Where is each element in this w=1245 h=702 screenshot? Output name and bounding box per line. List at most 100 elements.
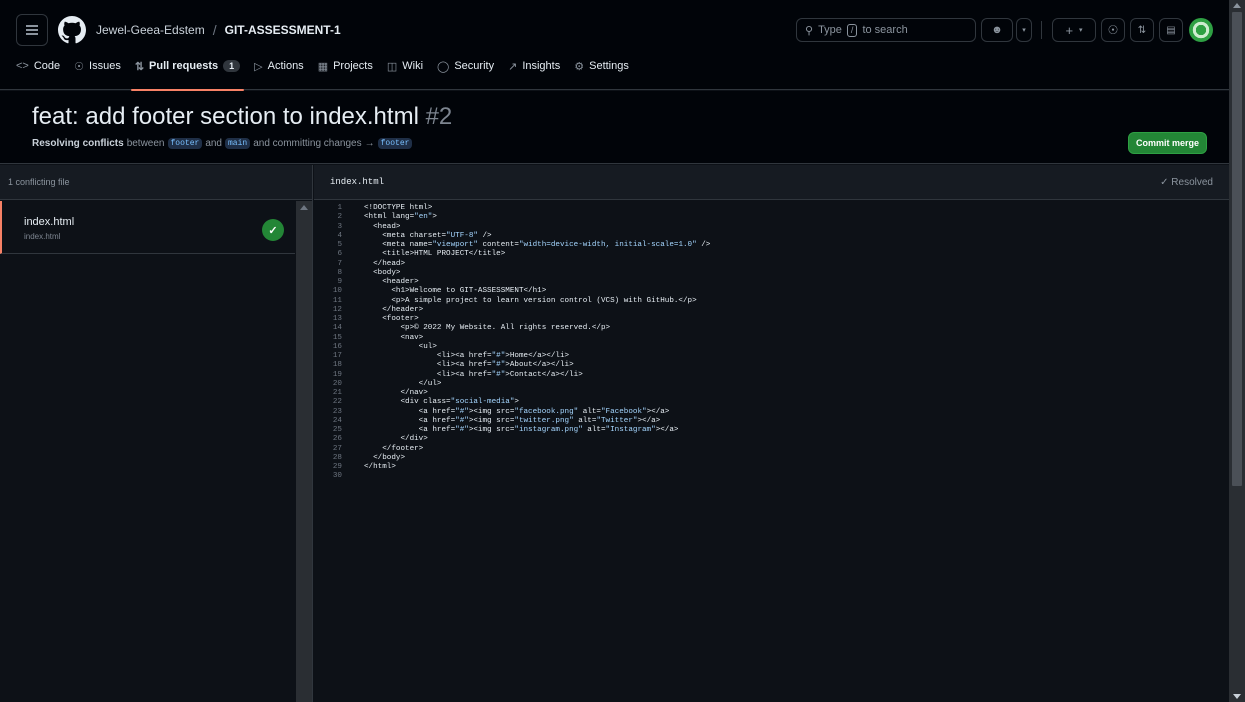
repo-owner-link[interactable]: Jewel-Geea-Edstem bbox=[96, 23, 205, 37]
pull-requests-button[interactable]: ⇅ bbox=[1130, 18, 1154, 42]
line-content: <html lang="en"> bbox=[364, 213, 437, 222]
code-line[interactable]: 18 <li><a href="#">About</a></li> bbox=[314, 361, 1229, 370]
tab-wiki[interactable]: ◫ Wiki bbox=[387, 54, 423, 78]
code-line[interactable]: 1 <!DOCTYPE html> bbox=[314, 204, 1229, 213]
line-number: 12 bbox=[332, 305, 342, 314]
code-line[interactable]: 4 <meta charset="UTF-8" /> bbox=[314, 232, 1229, 241]
code-line[interactable]: 17 <li><a href="#">Home</a></li> bbox=[314, 352, 1229, 361]
scroll-up-icon[interactable] bbox=[1233, 3, 1241, 8]
code-line[interactable]: 19 <li><a href="#">Contact</a></li> bbox=[314, 371, 1229, 380]
code-icon: <> bbox=[16, 60, 29, 72]
line-content: <footer> bbox=[364, 315, 419, 323]
line-content: <!DOCTYPE html> bbox=[364, 204, 433, 212]
scroll-thumb[interactable] bbox=[1232, 12, 1242, 486]
line-number: 22 bbox=[332, 398, 342, 407]
base-branch-badge[interactable]: footer bbox=[167, 138, 203, 149]
avatar[interactable] bbox=[1189, 18, 1213, 42]
code-line[interactable]: 8 <body> bbox=[314, 269, 1229, 278]
global-header: Jewel-Geea-Edstem / GIT-ASSESSMENT-1 ⚲ T… bbox=[0, 0, 1229, 91]
code-line[interactable]: 13 <footer> bbox=[314, 315, 1229, 324]
code-line[interactable]: 5 <meta name="viewport" content="width=d… bbox=[314, 241, 1229, 250]
code-line[interactable]: 9 <header> bbox=[314, 278, 1229, 287]
issue-icon: ☉ bbox=[74, 60, 85, 73]
line-content: <div class="social-media"> bbox=[364, 398, 519, 407]
code-line[interactable]: 29 </html> bbox=[314, 463, 1229, 472]
copilot-dropdown-button[interactable]: ▾ bbox=[1016, 18, 1032, 42]
tab-projects[interactable]: ▦ Projects bbox=[318, 54, 373, 78]
line-number: 24 bbox=[332, 416, 342, 425]
code-line[interactable]: 6 <title>HTML PROJECT</title> bbox=[314, 250, 1229, 259]
and-text: and bbox=[205, 138, 222, 149]
code-line[interactable]: 24 <a href="#"><img src="twitter.png" al… bbox=[314, 417, 1229, 426]
line-content: <title>HTML PROJECT</title> bbox=[364, 250, 506, 259]
search-input[interactable]: ⚲ Type / to search bbox=[796, 18, 976, 42]
line-number: 27 bbox=[332, 444, 342, 453]
menu-icon[interactable] bbox=[16, 14, 48, 46]
code-line[interactable]: 20 </ul> bbox=[314, 380, 1229, 389]
line-content: <a href="#"><img src="instagram.png" alt… bbox=[364, 426, 679, 434]
repo-nav-tabs: <> Code ☉ Issues ⇅ Pull requests 1 ▷ Act… bbox=[16, 54, 629, 91]
page-title: feat: add footer section to index.html #… bbox=[32, 103, 452, 131]
line-number: 15 bbox=[332, 333, 342, 342]
header-row: Jewel-Geea-Edstem / GIT-ASSESSMENT-1 ⚲ T… bbox=[16, 14, 1213, 46]
code-line[interactable]: 15 <nav> bbox=[314, 334, 1229, 343]
issues-button[interactable]: ☉ bbox=[1101, 18, 1125, 42]
conflict-file-item[interactable]: index.html index.html ✓ bbox=[0, 201, 295, 254]
line-number: 11 bbox=[332, 296, 342, 305]
scroll-down-icon[interactable] bbox=[1233, 694, 1241, 699]
repo-name-link[interactable]: GIT-ASSESSMENT-1 bbox=[225, 23, 341, 37]
tab-label: Code bbox=[33, 60, 61, 72]
tab-label: Projects bbox=[333, 60, 373, 72]
create-new-button[interactable]: + ▾ bbox=[1052, 18, 1096, 42]
file-list-scrollbar[interactable] bbox=[296, 201, 312, 702]
line-content: <nav> bbox=[364, 333, 424, 342]
code-line[interactable]: 27 </footer> bbox=[314, 445, 1229, 454]
code-line[interactable]: 14 <p>© 2022 My Website. All rights rese… bbox=[314, 324, 1229, 333]
tab-issues[interactable]: ☉ Issues bbox=[74, 54, 121, 78]
github-logo-icon[interactable] bbox=[56, 14, 88, 46]
code-line[interactable]: 3 <head> bbox=[314, 223, 1229, 232]
graph-icon: ↗ bbox=[508, 60, 518, 73]
tab-code[interactable]: <> Code bbox=[16, 54, 60, 78]
code-line[interactable]: 16 <ul> bbox=[314, 343, 1229, 352]
line-number: 30 bbox=[332, 472, 342, 481]
tab-pull-requests[interactable]: ⇅ Pull requests 1 bbox=[130, 54, 245, 91]
resolved-status: ✓ Resolved bbox=[1160, 176, 1213, 188]
code-line[interactable]: 7 </head> bbox=[314, 260, 1229, 269]
tab-security[interactable]: ◯ Security bbox=[437, 54, 494, 78]
copilot-button[interactable]: ☻ bbox=[981, 18, 1013, 42]
inbox-button[interactable]: ▤ bbox=[1159, 18, 1183, 42]
commit-merge-button[interactable]: Commit merge bbox=[1128, 132, 1207, 154]
line-content: <h1>Welcome to GIT-ASSESSMENT</h1> bbox=[364, 287, 547, 296]
code-line[interactable]: 10 <h1>Welcome to GIT-ASSESSMENT</h1> bbox=[314, 287, 1229, 296]
code-line[interactable]: 25 <a href="#"><img src="instagram.png" … bbox=[314, 426, 1229, 435]
tab-actions[interactable]: ▷ Actions bbox=[254, 54, 304, 78]
line-number: 14 bbox=[332, 324, 342, 333]
line-number: 25 bbox=[332, 426, 342, 434]
code-line[interactable]: 21 </nav> bbox=[314, 389, 1229, 398]
tab-insights[interactable]: ↗ Insights bbox=[508, 54, 560, 78]
line-number: 26 bbox=[332, 435, 342, 444]
pull-requests-counter: 1 bbox=[223, 60, 241, 72]
tab-settings[interactable]: ⚙ Settings bbox=[574, 54, 629, 78]
code-line[interactable]: 11 <p>A simple project to learn version … bbox=[314, 297, 1229, 306]
code-line[interactable]: 2 <html lang="en"> bbox=[314, 213, 1229, 222]
line-content: </footer> bbox=[364, 444, 424, 453]
code-line[interactable]: 12 </header> bbox=[314, 306, 1229, 315]
code-line[interactable]: 26 </div> bbox=[314, 435, 1229, 444]
code-line[interactable]: 23 <a href="#"><img src="facebook.png" a… bbox=[314, 408, 1229, 417]
head-branch-badge[interactable]: main bbox=[225, 138, 251, 149]
plus-icon: + bbox=[1065, 22, 1074, 38]
code-line[interactable]: 28 </body> bbox=[314, 454, 1229, 463]
resolving-label: Resolving conflicts bbox=[32, 138, 124, 149]
code-lines[interactable]: 1 <!DOCTYPE html> 2 <html lang="en"> 3 <head… bbox=[314, 204, 1229, 482]
line-content: <body> bbox=[364, 268, 401, 277]
pr-title: feat: add footer section to index.html bbox=[32, 103, 419, 130]
committing-text: and committing changes bbox=[253, 138, 362, 149]
code-line[interactable]: 30 bbox=[314, 472, 1229, 481]
code-line[interactable]: 22 <div class="social-media"> bbox=[314, 398, 1229, 407]
line-content: </head> bbox=[364, 259, 406, 268]
book-icon: ◫ bbox=[386, 60, 398, 73]
target-branch-badge[interactable]: footer bbox=[377, 138, 413, 149]
page-scrollbar[interactable] bbox=[1229, 0, 1245, 702]
